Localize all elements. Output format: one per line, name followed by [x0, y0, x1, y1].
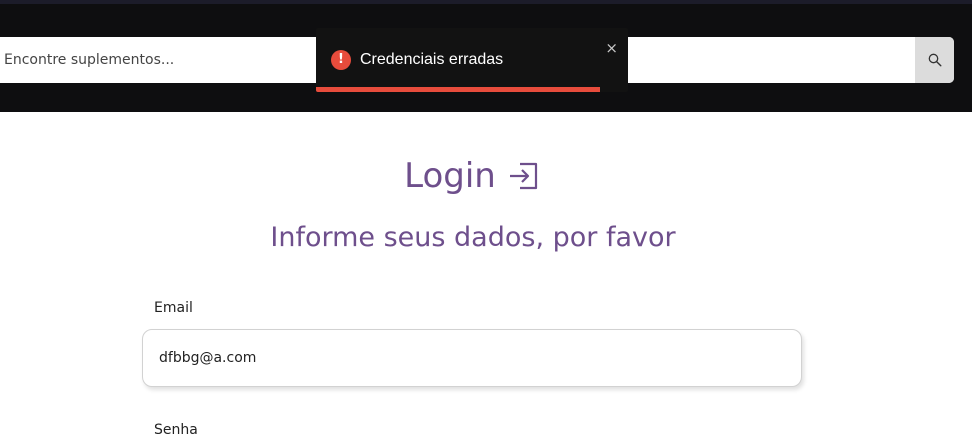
top-header: ! Credenciais erradas × — [0, 0, 972, 112]
search-icon — [928, 53, 942, 67]
toast-progress-bar — [316, 87, 600, 92]
error-toast: ! Credenciais erradas × — [316, 28, 628, 92]
error-icon: ! — [331, 50, 351, 70]
email-field[interactable] — [142, 329, 802, 387]
page-title: Login — [0, 150, 946, 200]
toast-message: Credenciais erradas — [360, 51, 504, 68]
email-label: Email — [154, 300, 193, 316]
search-button[interactable] — [915, 37, 954, 83]
close-icon[interactable]: × — [605, 40, 618, 56]
login-icon — [509, 162, 537, 189]
page-subtitle: Informe seus dados, por favor — [270, 222, 676, 253]
header-top-border — [0, 0, 972, 4]
password-label: Senha — [154, 422, 198, 438]
login-title-text: Login — [404, 155, 496, 196]
